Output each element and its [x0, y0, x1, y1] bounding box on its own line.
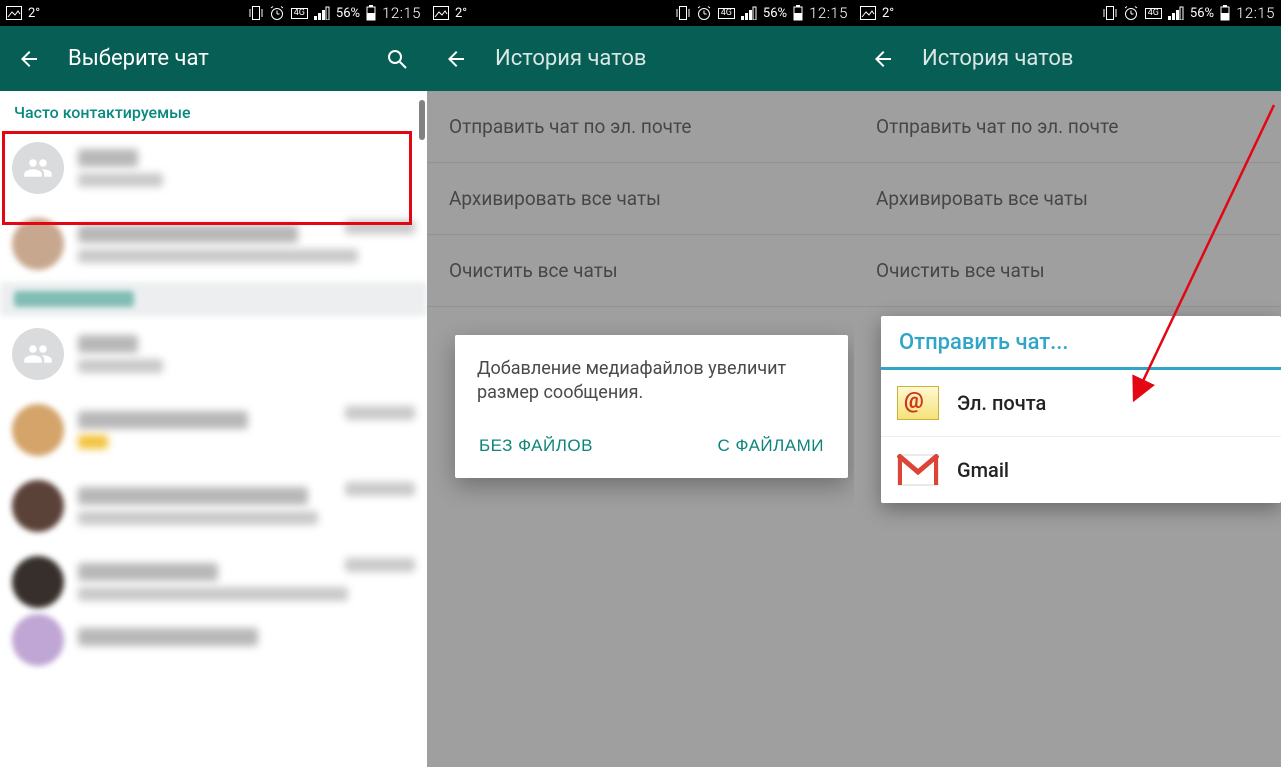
vibrate-icon — [676, 5, 690, 21]
with-files-button[interactable]: С ФАЙЛАМИ — [716, 430, 826, 462]
share-sheet: Отправить чат... @ Эл. почта Gmail — [881, 316, 1281, 503]
page-title: История чатов — [922, 46, 1271, 71]
screen-chat-history-share: 2° 4G 56% 12:15 История чатов Отправить … — [854, 0, 1281, 767]
back-button[interactable] — [868, 47, 898, 71]
clock-time: 12:15 — [809, 4, 848, 22]
alarm-icon — [269, 5, 285, 21]
signal-icon — [1168, 6, 1184, 20]
app-bar: История чатов — [854, 26, 1281, 91]
battery-icon — [1220, 5, 1230, 21]
status-bar: 2° 4G 56% 12:15 — [854, 0, 1281, 26]
chat-item[interactable] — [0, 316, 427, 392]
app-bar: Выберите чат — [0, 26, 427, 91]
weather-temp: 2° — [28, 6, 40, 21]
without-files-button[interactable]: БЕЗ ФАЙЛОВ — [477, 430, 595, 462]
settings-list: Отправить чат по эл. почте Архивировать … — [854, 91, 1281, 307]
network-4g-icon: 4G — [718, 8, 735, 19]
battery-icon — [366, 5, 376, 21]
alarm-icon — [696, 5, 712, 21]
alarm-icon — [1123, 5, 1139, 21]
back-button[interactable] — [441, 47, 471, 71]
chat-item[interactable] — [0, 544, 427, 620]
signal-icon — [741, 6, 757, 20]
share-option-gmail[interactable]: Gmail — [881, 437, 1281, 503]
avatar — [12, 614, 64, 666]
network-4g-icon: 4G — [1145, 8, 1162, 19]
gmail-app-icon — [897, 449, 939, 491]
settings-list: Отправить чат по эл. почте Архивировать … — [427, 91, 854, 307]
image-icon — [6, 6, 22, 20]
screen-chat-history-dialog: 2° 4G 56% 12:15 История чатов Отправить … — [427, 0, 854, 767]
screen-select-chat: 2° 4G 56% 12:15 Выберите чат — [0, 0, 427, 767]
chat-item[interactable] — [0, 392, 427, 468]
settings-item-clear-all[interactable]: Очистить все чаты — [854, 235, 1281, 307]
avatar — [12, 480, 64, 532]
share-option-label: Gmail — [957, 458, 1009, 482]
settings-item-archive-all[interactable]: Архивировать все чаты — [854, 163, 1281, 235]
avatar — [12, 218, 64, 270]
settings-item-email-chat[interactable]: Отправить чат по эл. почте — [427, 91, 854, 163]
section-recent-chats — [0, 282, 427, 316]
media-dialog: Добавление медиафайлов увеличит размер с… — [455, 335, 848, 478]
avatar — [12, 404, 64, 456]
image-icon — [433, 6, 449, 20]
status-bar: 2° 4G 56% 12:15 — [0, 0, 427, 26]
avatar — [12, 328, 64, 380]
chat-list[interactable] — [0, 130, 427, 660]
settings-item-email-chat[interactable]: Отправить чат по эл. почте — [854, 91, 1281, 163]
weather-temp: 2° — [882, 6, 894, 21]
back-button[interactable] — [14, 47, 44, 71]
section-frequently-contacted: Часто контактируемые — [0, 91, 427, 130]
avatar — [12, 142, 64, 194]
chat-item[interactable] — [0, 206, 427, 282]
image-icon — [860, 6, 876, 20]
app-bar: История чатов — [427, 26, 854, 91]
page-title: Выберите чат — [68, 46, 377, 71]
scrollbar-thumb[interactable] — [419, 100, 425, 140]
battery-percent: 56% — [1190, 6, 1214, 21]
page-title: История чатов — [495, 46, 844, 71]
chat-item[interactable] — [0, 130, 427, 206]
settings-item-clear-all[interactable]: Очистить все чаты — [427, 235, 854, 307]
battery-percent: 56% — [763, 6, 787, 21]
signal-icon — [314, 6, 330, 20]
chat-item[interactable] — [0, 620, 427, 660]
battery-icon — [793, 5, 803, 21]
chat-item[interactable] — [0, 468, 427, 544]
share-option-email[interactable]: @ Эл. почта — [881, 370, 1281, 437]
network-4g-icon: 4G — [291, 8, 308, 19]
clock-time: 12:15 — [1236, 4, 1275, 22]
status-bar: 2° 4G 56% 12:15 — [427, 0, 854, 26]
search-button[interactable] — [377, 47, 417, 71]
email-app-icon: @ — [897, 382, 939, 424]
vibrate-icon — [249, 5, 263, 21]
battery-percent: 56% — [336, 6, 360, 21]
vibrate-icon — [1103, 5, 1117, 21]
avatar — [12, 556, 64, 608]
dialog-message: Добавление медиафайлов увеличит размер с… — [477, 357, 826, 406]
sheet-title: Отправить чат... — [881, 316, 1281, 370]
clock-time: 12:15 — [382, 4, 421, 22]
share-option-label: Эл. почта — [957, 391, 1046, 415]
settings-item-archive-all[interactable]: Архивировать все чаты — [427, 163, 854, 235]
weather-temp: 2° — [455, 6, 467, 21]
